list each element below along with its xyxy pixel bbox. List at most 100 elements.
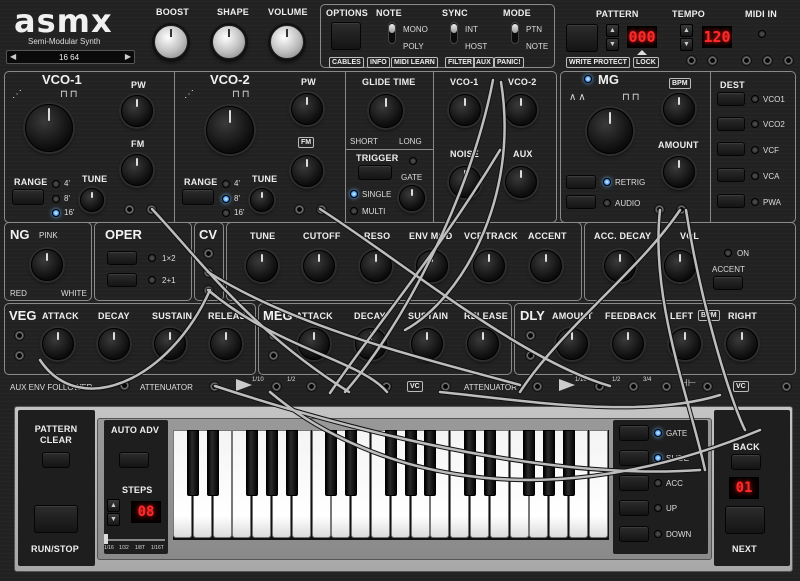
tempo-up-button[interactable]: ▲ bbox=[680, 24, 693, 37]
jack[interactable] bbox=[783, 55, 794, 66]
black-key[interactable] bbox=[424, 430, 437, 496]
oper-add-button[interactable] bbox=[107, 273, 137, 287]
dest-vco1-button[interactable] bbox=[717, 92, 745, 106]
auto-adv-button[interactable] bbox=[119, 452, 149, 468]
mg-amount-knob[interactable] bbox=[663, 156, 695, 188]
black-key[interactable] bbox=[464, 430, 476, 496]
vco2-wave-knob[interactable] bbox=[206, 106, 254, 154]
next-button[interactable] bbox=[725, 506, 765, 534]
pattern-up-button[interactable]: ▲ bbox=[606, 24, 619, 37]
accent-button[interactable] bbox=[713, 276, 743, 290]
vco1-pw-knob[interactable] bbox=[121, 95, 153, 127]
mg-audio-button[interactable] bbox=[566, 195, 596, 209]
vcf-accent-knob[interactable] bbox=[530, 250, 562, 282]
volume-knob[interactable] bbox=[270, 25, 304, 59]
mg-rate-knob[interactable] bbox=[663, 93, 695, 125]
black-key[interactable] bbox=[384, 430, 397, 496]
acc-decay-knob[interactable] bbox=[604, 250, 636, 282]
gate-button[interactable] bbox=[619, 425, 649, 441]
steps-down-button[interactable]: ▼ bbox=[107, 513, 120, 526]
chevron-right-icon[interactable]: ▶ bbox=[125, 52, 131, 61]
steps-up-button[interactable]: ▲ bbox=[107, 499, 120, 512]
cables-button[interactable]: CABLES bbox=[329, 57, 364, 68]
options-button[interactable] bbox=[331, 22, 361, 50]
vcf-cutoff-knob[interactable] bbox=[303, 250, 335, 282]
chevron-left-icon[interactable]: ◀ bbox=[10, 52, 16, 61]
jack[interactable] bbox=[525, 350, 536, 361]
ng-color-knob[interactable] bbox=[31, 249, 63, 281]
black-key[interactable] bbox=[266, 430, 278, 496]
mixer-aux-knob[interactable] bbox=[505, 166, 537, 198]
acc-button[interactable] bbox=[619, 475, 649, 491]
jack[interactable] bbox=[271, 381, 282, 392]
down-button[interactable] bbox=[619, 526, 649, 542]
trigger-button[interactable] bbox=[358, 165, 392, 180]
jack[interactable] bbox=[762, 55, 773, 66]
up-button[interactable] bbox=[619, 500, 649, 516]
run-stop-button[interactable] bbox=[34, 505, 78, 533]
jack[interactable] bbox=[594, 381, 605, 392]
info-button[interactable]: INFO bbox=[367, 57, 390, 68]
shape-knob[interactable] bbox=[212, 25, 246, 59]
dly-left-knob[interactable] bbox=[669, 328, 701, 360]
vcf-reso-knob[interactable] bbox=[360, 250, 392, 282]
gate-knob[interactable] bbox=[399, 185, 425, 211]
mixer-vco2-knob[interactable] bbox=[505, 94, 537, 126]
jack[interactable] bbox=[525, 330, 536, 341]
jack[interactable] bbox=[306, 381, 317, 392]
veg-sustain-knob[interactable] bbox=[154, 328, 186, 360]
oper-mult-button[interactable] bbox=[107, 251, 137, 265]
vco2-pw-knob[interactable] bbox=[291, 93, 323, 125]
black-key[interactable] bbox=[563, 430, 575, 496]
dest-vca-button[interactable] bbox=[717, 168, 745, 182]
jack[interactable] bbox=[203, 248, 214, 259]
note-switch[interactable] bbox=[388, 22, 396, 44]
dly-amount-knob[interactable] bbox=[556, 328, 588, 360]
pattern-clear-button[interactable] bbox=[42, 452, 70, 468]
black-key[interactable] bbox=[206, 430, 219, 496]
black-key[interactable] bbox=[404, 430, 417, 496]
black-key[interactable] bbox=[523, 430, 536, 496]
white-key[interactable] bbox=[588, 430, 608, 538]
dly-feedback-knob[interactable] bbox=[612, 328, 644, 360]
mg-wave-knob[interactable] bbox=[587, 108, 633, 154]
dest-vco2-button[interactable] bbox=[717, 117, 745, 131]
black-key[interactable] bbox=[483, 430, 496, 496]
vco1-tune-knob[interactable] bbox=[80, 188, 104, 212]
vco2-fm-knob[interactable] bbox=[291, 155, 323, 187]
jack[interactable] bbox=[661, 381, 672, 392]
jack[interactable] bbox=[532, 381, 543, 392]
panic-button[interactable]: PANIC! bbox=[494, 57, 524, 68]
black-key[interactable] bbox=[246, 430, 259, 496]
meg-release-knob[interactable] bbox=[467, 328, 499, 360]
jack[interactable] bbox=[146, 204, 157, 215]
meg-sustain-knob[interactable] bbox=[411, 328, 443, 360]
dest-vcf-button[interactable] bbox=[717, 142, 745, 156]
vcf-env-mod-knob[interactable] bbox=[416, 250, 448, 282]
mixer-vco1-knob[interactable] bbox=[449, 94, 481, 126]
jack[interactable] bbox=[381, 381, 392, 392]
tempo-down-button[interactable]: ▼ bbox=[680, 38, 693, 51]
black-key[interactable] bbox=[325, 430, 338, 496]
black-key[interactable] bbox=[186, 430, 199, 496]
write-protect-button[interactable] bbox=[566, 24, 598, 52]
sync-switch[interactable] bbox=[450, 22, 458, 44]
mode-switch[interactable] bbox=[511, 22, 519, 44]
jack[interactable] bbox=[209, 381, 220, 392]
jack[interactable] bbox=[14, 330, 25, 341]
vco2-range-button[interactable] bbox=[182, 189, 214, 205]
jack[interactable] bbox=[14, 350, 25, 361]
jack[interactable] bbox=[203, 285, 214, 296]
jack[interactable] bbox=[268, 330, 279, 341]
pattern-down-button[interactable]: ▼ bbox=[606, 38, 619, 51]
glide-time-knob[interactable] bbox=[369, 94, 403, 128]
jack[interactable] bbox=[119, 380, 130, 391]
boost-knob[interactable] bbox=[154, 25, 188, 59]
jack[interactable] bbox=[676, 204, 687, 215]
jack[interactable] bbox=[741, 55, 752, 66]
black-key[interactable] bbox=[543, 430, 556, 496]
jack[interactable] bbox=[294, 204, 305, 215]
black-key[interactable] bbox=[285, 430, 298, 496]
slide-button[interactable] bbox=[619, 450, 649, 466]
jack[interactable] bbox=[781, 381, 792, 392]
